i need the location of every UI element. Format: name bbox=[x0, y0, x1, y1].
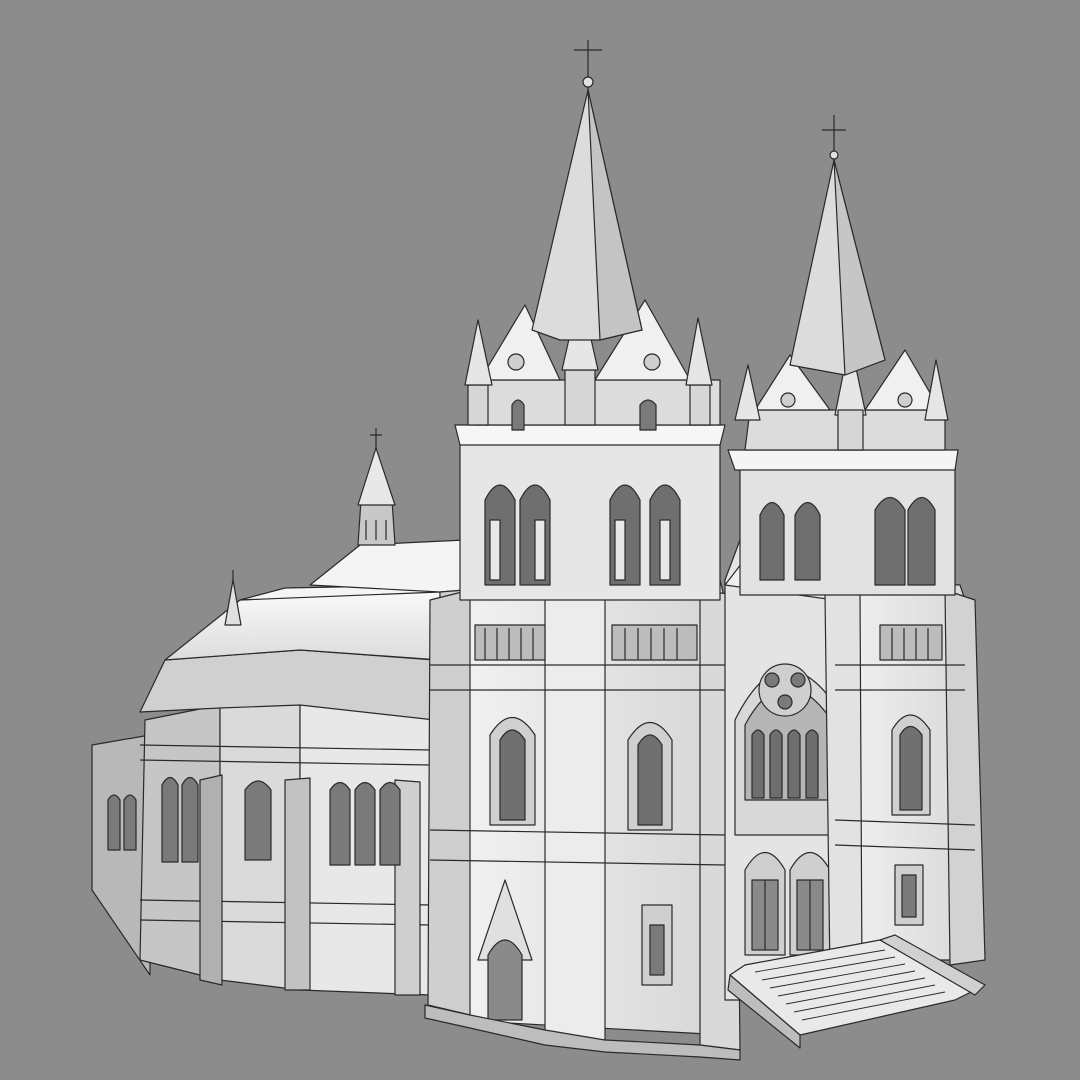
render-canvas bbox=[0, 0, 1080, 1080]
apse bbox=[91, 570, 441, 996]
left-tower bbox=[427, 40, 741, 1051]
church-model bbox=[91, 40, 986, 1061]
